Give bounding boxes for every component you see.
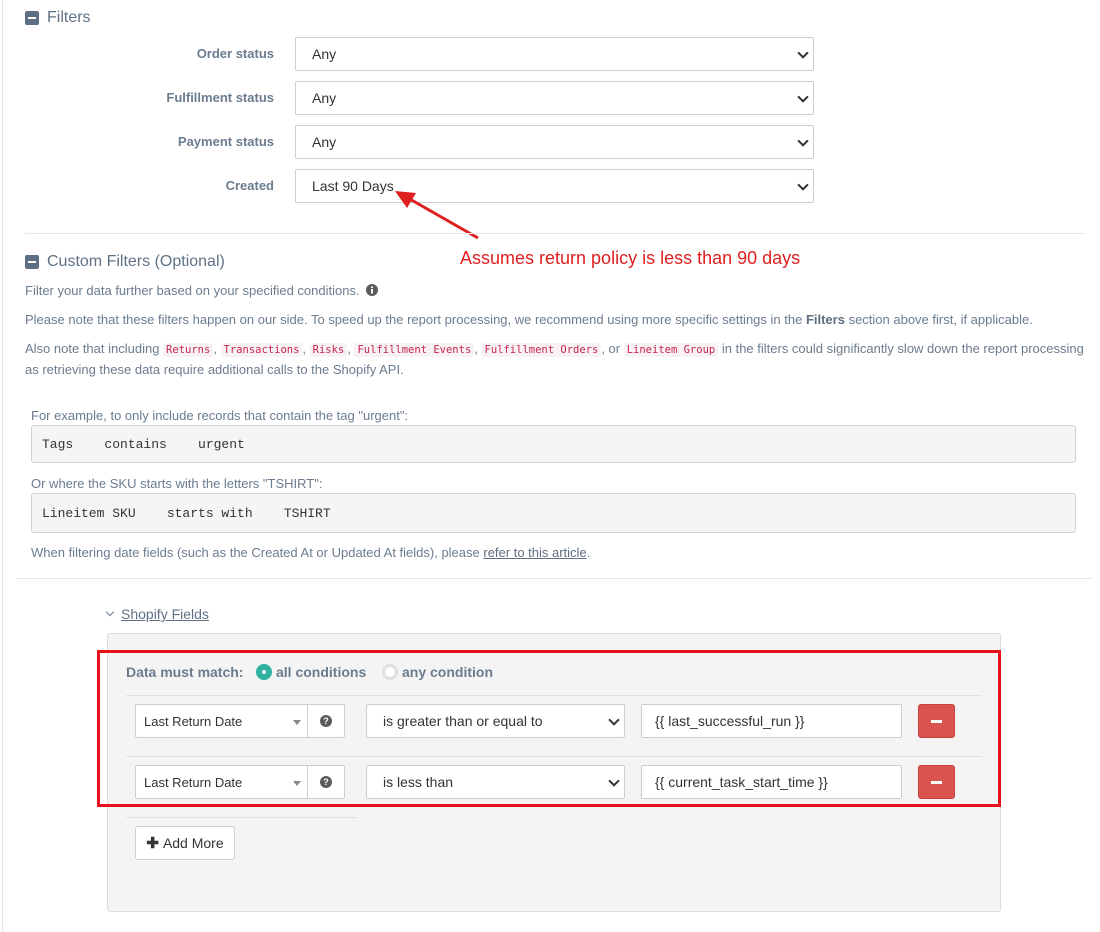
payment-status-label: Payment status [177, 134, 274, 149]
code-tag: Fulfillment Events [354, 343, 475, 357]
annotation-text: Assumes return policy is less than 90 da… [460, 248, 801, 268]
separator: , [213, 341, 221, 356]
note1-text-end: section above first, if applicable. [844, 312, 1033, 327]
collapse-minus-icon [25, 11, 39, 25]
fulfillment-status-select[interactable]: Any [295, 81, 814, 115]
add-more-divider [126, 817, 357, 818]
filters-note-2: Also note that including Returns, Transa… [25, 339, 1085, 380]
custom-filters-section-toggle[interactable]: Custom Filters (Optional) [25, 253, 225, 271]
filters-note-1: Please note that these filters happen on… [25, 310, 1085, 330]
note2-text: Also note that including [25, 341, 164, 356]
refer-article-link[interactable]: refer to this article [483, 545, 586, 560]
filters-title: Filters [47, 9, 91, 26]
date-note: When filtering date fields (such as the … [31, 545, 590, 560]
shopify-fields-link[interactable]: Shopify Fields [121, 606, 209, 622]
code-tag: Transactions [220, 343, 303, 357]
add-more-label: Add More [162, 835, 224, 851]
filters-section-toggle[interactable]: Filters [25, 9, 91, 27]
example1-label: For example, to only include records tha… [31, 408, 409, 423]
fulfillment-status-value: Any [312, 90, 337, 106]
note1-text: Please note that these filters happen on… [25, 312, 806, 327]
section-divider [25, 233, 1085, 234]
plus-icon: ✚ [146, 835, 159, 852]
created-value: Last 90 Days [312, 178, 394, 194]
payment-status-value: Any [312, 134, 337, 150]
chevron-down-icon [105, 607, 115, 617]
section-divider [16, 578, 1092, 579]
chevron-down-icon [797, 47, 809, 59]
order-status-value: Any [312, 46, 337, 62]
example2-label: Or where the SKU starts with the letters… [31, 476, 323, 491]
intro-text: Filter your data further based on your s… [25, 283, 360, 298]
custom-filters-intro: Filter your data further based on your s… [25, 281, 379, 301]
order-status-label: Order status [196, 46, 274, 61]
code-tag: Fulfillment Orders [481, 343, 602, 357]
note1-bold: Filters [805, 312, 845, 327]
collapse-minus-icon [25, 255, 39, 269]
date-note-end: . [586, 545, 591, 560]
example1-code: Tags contains urgent [31, 425, 1076, 463]
separator: , or [601, 341, 624, 356]
created-select[interactable]: Last 90 Days [295, 169, 814, 203]
highlight-box [97, 650, 1001, 807]
example2-code: Lineitem SKU starts with TSHIRT [31, 493, 1076, 533]
created-label: Created [225, 178, 274, 193]
annotation-arrow [395, 191, 479, 240]
info-icon [366, 284, 379, 296]
custom-filters-title: Custom Filters (Optional) [47, 253, 225, 270]
code-tag: Returns [163, 343, 214, 357]
code-tag: Risks [309, 343, 348, 357]
separator: , [302, 341, 310, 356]
payment-status-select[interactable]: Any [295, 125, 814, 159]
code-tag: Lineitem Group [623, 343, 719, 357]
chevron-down-icon [797, 179, 809, 191]
fulfillment-status-label: Fulfillment status [166, 90, 274, 105]
chevron-down-icon [797, 91, 809, 103]
separator: , [474, 341, 482, 356]
order-status-select[interactable]: Any [295, 37, 814, 71]
add-more-button[interactable]: ✚ Add More [135, 826, 235, 860]
shopify-fields-toggle[interactable]: Shopify Fields [105, 606, 209, 622]
date-note-text: When filtering date fields (such as the … [31, 545, 484, 560]
chevron-down-icon [797, 135, 809, 147]
